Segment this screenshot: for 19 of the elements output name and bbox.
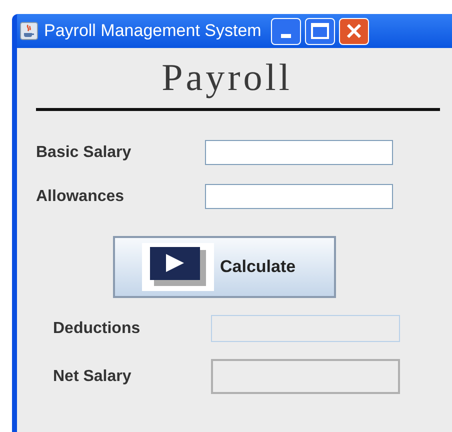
text-field[interactable] [205, 184, 393, 209]
minimize-button[interactable] [271, 18, 302, 44]
heading: Payroll [160, 56, 294, 100]
maximize-icon [311, 23, 330, 39]
minimize-icon [281, 34, 292, 38]
text-field[interactable] [205, 140, 393, 165]
field-label: Allowances [36, 186, 126, 206]
play-icon [142, 243, 214, 291]
output-field[interactable] [211, 359, 400, 394]
calculate-button[interactable]: Calculate [113, 236, 336, 298]
window-title: Payroll Management System [44, 20, 262, 42]
field-label: Basic Salary [36, 142, 132, 162]
output-field[interactable] [211, 315, 400, 342]
close-icon [346, 23, 362, 39]
field-label: Net Salary [53, 366, 132, 386]
field-label: Deductions [53, 318, 142, 338]
cup-icon [20, 22, 38, 40]
close-button[interactable] [339, 18, 370, 44]
maximize-button[interactable] [305, 18, 336, 44]
